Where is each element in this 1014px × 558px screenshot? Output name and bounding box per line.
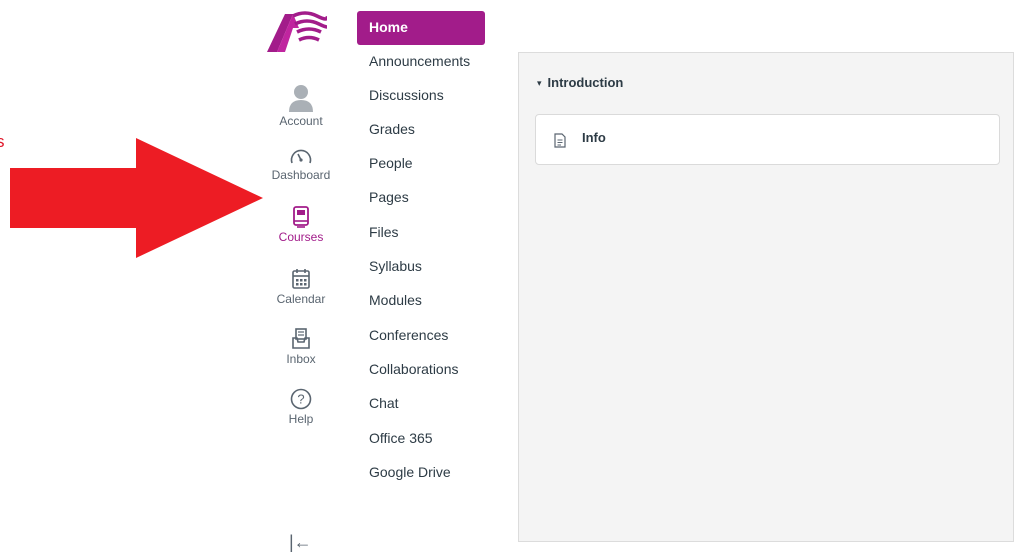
global-nav-courses[interactable]: Courses (262, 206, 340, 244)
global-nav-label: Calendar (276, 292, 326, 306)
course-nav-announcements[interactable]: Announcements (357, 45, 485, 79)
course-nav-conferences[interactable]: Conferences (357, 319, 485, 353)
course-nav-pages[interactable]: Pages (357, 181, 485, 215)
global-nav-label: Account (279, 114, 323, 128)
module-item[interactable]: Info (535, 114, 1000, 165)
global-nav-label: Inbox (286, 352, 316, 366)
global-nav-account[interactable]: Account (262, 82, 340, 128)
course-nav-files[interactable]: Files (357, 216, 485, 250)
global-nav-inbox[interactable]: Inbox (262, 328, 340, 366)
user-avatar-icon (289, 85, 313, 112)
course-nav-people[interactable]: People (357, 147, 485, 181)
course-nav-discussions[interactable]: Discussions (357, 79, 485, 113)
speedometer-icon (290, 149, 312, 164)
module-item-title: Info (582, 130, 606, 145)
clipped-annotation-text: s (0, 132, 5, 151)
course-nav-home[interactable]: Home (357, 11, 485, 45)
global-nav-label: Help (288, 412, 314, 426)
course-nav-google-drive[interactable]: Google Drive (357, 456, 485, 490)
course-nav-grades[interactable]: Grades (357, 113, 485, 147)
global-nav-label: Dashboard (271, 168, 331, 182)
global-nav-label: Courses (278, 230, 324, 244)
document-icon (554, 133, 566, 148)
book-icon (293, 206, 309, 228)
course-nav-syllabus[interactable]: Syllabus (357, 250, 485, 284)
course-nav-office-365[interactable]: Office 365 (357, 422, 485, 456)
course-nav-chat[interactable]: Chat (357, 387, 485, 421)
annotation-arrow (10, 138, 263, 258)
inbox-icon (292, 328, 310, 349)
course-nav-modules[interactable]: Modules (357, 284, 485, 318)
collapse-nav-icon[interactable]: |← (289, 532, 312, 553)
course-nav-collaborations[interactable]: Collaborations (357, 353, 485, 387)
svg-text:?: ? (297, 392, 304, 407)
module-header-toggle[interactable]: ▾ Introduction (537, 75, 623, 90)
module-title: Introduction (547, 75, 624, 90)
global-nav-help[interactable]: ? Help (262, 388, 340, 426)
brand-logo[interactable] (263, 10, 327, 54)
global-nav-calendar[interactable]: Calendar (262, 268, 340, 306)
caret-down-icon: ▾ (537, 78, 542, 88)
question-circle-icon: ? (290, 388, 312, 410)
modules-panel: ▾ Introduction Info (518, 52, 1014, 542)
calendar-icon (292, 269, 310, 289)
global-nav-dashboard[interactable]: Dashboard (262, 146, 340, 182)
